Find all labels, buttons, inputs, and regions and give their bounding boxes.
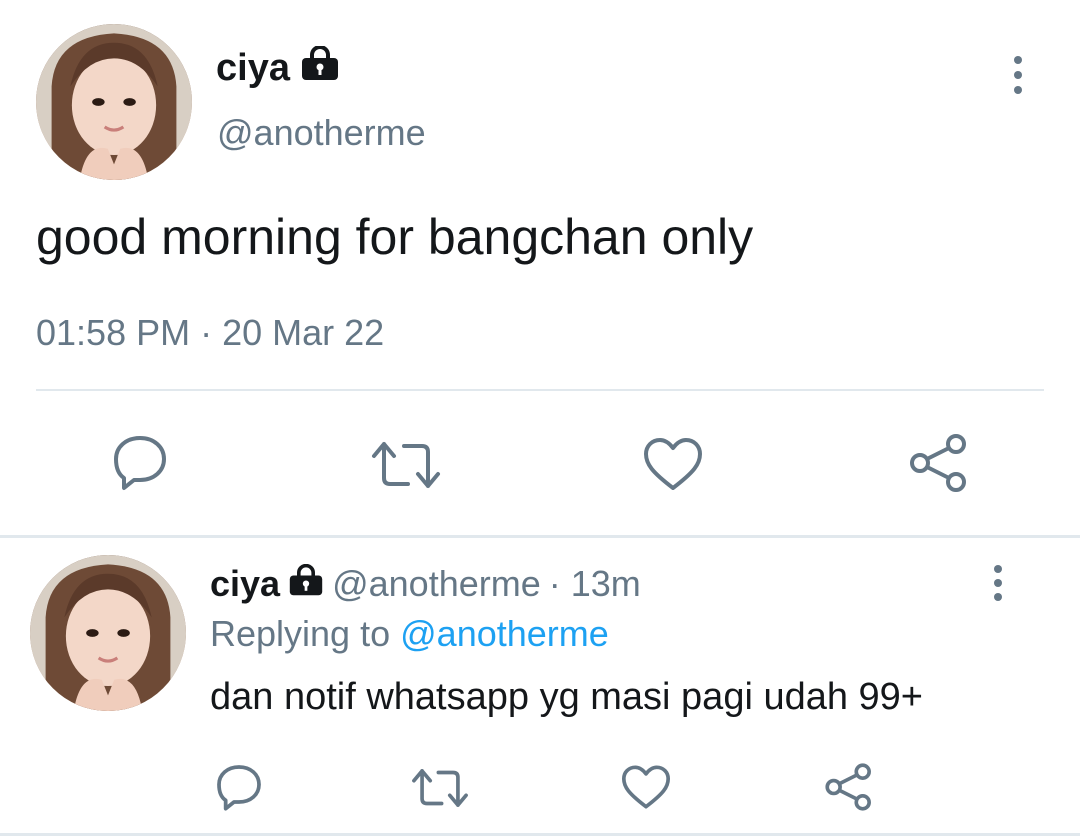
reply-icon <box>114 436 166 490</box>
display-name[interactable]: ciya <box>216 47 290 90</box>
divider <box>36 389 1044 391</box>
avatar-photo <box>36 24 192 180</box>
reply-avatar[interactable] <box>30 555 186 711</box>
tweet-text: good morning for bangchan only <box>36 209 754 265</box>
tweet-timestamp[interactable]: 01:58 PM · 20 Mar 22 <box>36 312 384 354</box>
share-button[interactable] <box>908 432 970 494</box>
reply-more-options-icon[interactable] <box>992 565 1004 601</box>
main-avatar[interactable] <box>36 24 192 180</box>
reply-icon <box>217 765 261 811</box>
bottom-divider <box>0 833 1080 836</box>
handle[interactable]: @anotherme <box>217 112 426 154</box>
section-divider <box>0 535 1080 538</box>
retweet-button[interactable] <box>370 438 442 492</box>
like-icon <box>644 438 702 490</box>
share-icon <box>825 763 871 811</box>
reply-like-button[interactable] <box>620 764 672 810</box>
like-button[interactable] <box>642 436 704 492</box>
lock-icon <box>300 45 340 90</box>
reply-share-button[interactable] <box>824 762 874 812</box>
share-icon <box>910 434 966 492</box>
reply-text: dan notif whatsapp yg masi pagi udah 99+ <box>210 676 924 718</box>
replying-to-label: Replying to <box>210 613 391 654</box>
reply-handle[interactable]: @anotherme <box>332 563 541 605</box>
like-icon <box>621 765 671 809</box>
avatar-photo <box>30 555 186 711</box>
retweet-icon <box>412 769 468 807</box>
retweet-icon <box>372 442 440 488</box>
more-options-icon[interactable] <box>1012 56 1024 94</box>
reply-button[interactable] <box>110 432 170 492</box>
reply-display-name[interactable]: ciya <box>210 563 280 605</box>
reply-time[interactable]: · 13m <box>549 563 641 605</box>
lock-icon <box>288 563 324 605</box>
reply-reply-button[interactable] <box>214 762 264 812</box>
reply-retweet-button[interactable] <box>410 766 470 810</box>
replying-to-handle[interactable]: @anotherme <box>400 613 609 654</box>
